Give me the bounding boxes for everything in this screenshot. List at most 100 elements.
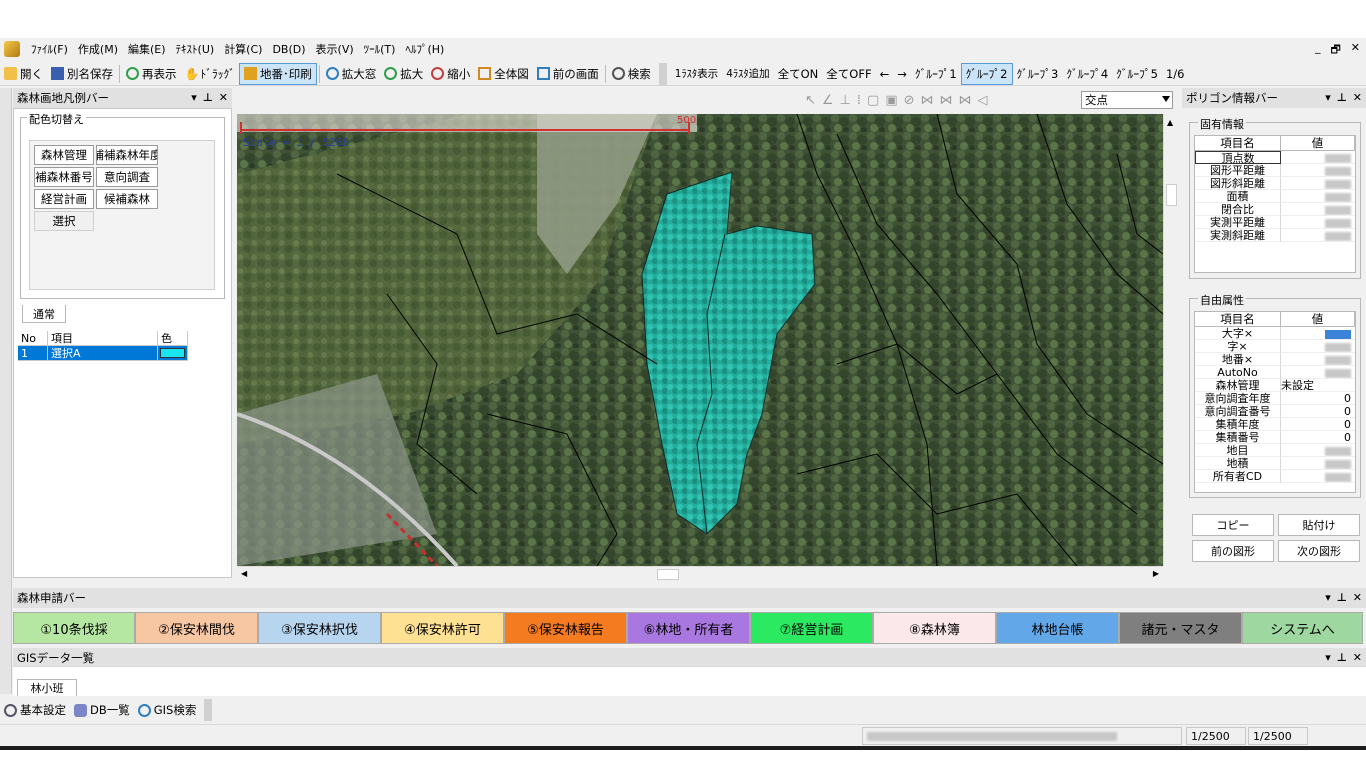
lot-print-button[interactable]: 地番･印刷	[239, 62, 317, 85]
table-row[interactable]: 集積年度 0	[1195, 418, 1355, 431]
app-button-9[interactable]: 林地台帳	[996, 612, 1119, 644]
zoom-window-button[interactable]: 拡大窓	[322, 63, 381, 85]
zoom-in-button[interactable]: 拡大	[380, 63, 427, 85]
table-row[interactable]: 地積	[1195, 457, 1355, 470]
map-canvas[interactable]: 500 Scale = 1 / 5268	[237, 114, 1163, 566]
close-icon[interactable]: ✕	[1353, 651, 1362, 664]
app-button-1[interactable]: ①10条伐採	[13, 612, 135, 644]
dropdown-icon[interactable]: ▾	[1325, 591, 1331, 604]
save-as-button[interactable]: 別名保存	[47, 63, 117, 85]
search-button[interactable]: 検索	[608, 63, 655, 85]
table-row[interactable]: 所有者CD	[1195, 470, 1355, 483]
forest-year-button[interactable]: 補補森林年度	[96, 145, 158, 165]
select-button[interactable]: 選択	[34, 211, 94, 231]
group3-button[interactable]: ｸﾞﾙｰﾌﾟ3	[1013, 63, 1063, 85]
map-horizontal-scrollbar[interactable]: ◀ ▶	[237, 566, 1163, 582]
table-row[interactable]: 森林管理 未設定	[1195, 379, 1355, 392]
table-row[interactable]: 頂点数	[1195, 151, 1355, 164]
pin-icon[interactable]: ⊥	[203, 91, 213, 104]
restore-button[interactable]: 🗗	[1330, 41, 1340, 60]
split-icon[interactable]: ⋈	[921, 93, 934, 108]
app-button-4[interactable]: ④保安林許可	[381, 612, 504, 644]
menu-db[interactable]: DB(D)	[267, 43, 310, 56]
table-row[interactable]: 図形平距離	[1195, 164, 1355, 177]
pin-icon[interactable]: ⊥	[1337, 91, 1347, 104]
intent-survey-button[interactable]: 意向調査	[96, 167, 158, 187]
app-button-6[interactable]: ⑥林地・所有者	[627, 612, 750, 644]
forest-mgmt-button[interactable]: 森林管理	[34, 145, 94, 165]
scroll-thumb[interactable]	[657, 569, 679, 580]
minimize-button[interactable]: _	[1315, 41, 1321, 60]
pin-icon[interactable]: ⊥	[1337, 591, 1347, 604]
all-on-button[interactable]: 全てON	[774, 63, 823, 85]
table-row[interactable]: 地目	[1195, 444, 1355, 457]
app-button-8[interactable]: ⑧森林簿	[873, 612, 996, 644]
table-row[interactable]: 実測平距離	[1195, 216, 1355, 229]
app-button-3[interactable]: ③保安林択伐	[258, 612, 381, 644]
raster1-button[interactable]: 1ﾗｽﾀ表示	[671, 63, 722, 85]
close-icon[interactable]: ✕	[1353, 91, 1362, 104]
table-row[interactable]: 1 選択A	[18, 346, 228, 361]
group4-button[interactable]: ｸﾞﾙｰﾌﾟ4	[1062, 63, 1112, 85]
table-row[interactable]: 実測斜距離	[1195, 229, 1355, 242]
table-row[interactable]: 面積	[1195, 190, 1355, 203]
gis-search-button[interactable]: GIS検索	[134, 699, 201, 721]
left-dock-strip[interactable]	[0, 88, 12, 694]
group1-button[interactable]: ｸﾞﾙｰﾌﾟ1	[911, 63, 961, 85]
table-row[interactable]: 大字×	[1195, 327, 1355, 340]
map-vertical-scrollbar[interactable]: ▲	[1163, 114, 1179, 566]
scroll-thumb[interactable]	[1166, 184, 1177, 206]
table-row[interactable]: AutoNo	[1195, 366, 1355, 379]
table-row[interactable]: 地番×	[1195, 353, 1355, 366]
scroll-right-icon[interactable]: ▶	[1153, 569, 1159, 578]
pin-icon[interactable]: ⊥	[1337, 651, 1347, 664]
next-shape-button[interactable]: 次の図形	[1278, 540, 1360, 562]
table-row[interactable]: 集積番号 0	[1195, 431, 1355, 444]
raster4-button[interactable]: 4ﾗｽﾀ追加	[722, 63, 773, 85]
merge-icon[interactable]: ⋈	[940, 93, 953, 108]
paste-button[interactable]: 貼付け	[1278, 514, 1360, 536]
angle-icon[interactable]: ∠	[822, 93, 834, 108]
forest-number-button[interactable]: 補森林番号	[34, 167, 94, 187]
basic-settings-button[interactable]: 基本設定	[0, 699, 70, 721]
close-icon[interactable]: ✕	[1353, 591, 1362, 604]
shrink-icon[interactable]: ⋈	[959, 93, 972, 108]
dropdown-icon[interactable]: ▾	[191, 91, 197, 104]
rect-select-icon[interactable]: ▣	[885, 93, 897, 108]
app-button-11[interactable]: システムへ	[1242, 612, 1363, 644]
all-off-button[interactable]: 全てOFF	[822, 63, 875, 85]
table-row[interactable]: 意向調査年度 0	[1195, 392, 1355, 405]
menu-file[interactable]: ﾌｧｲﾙ(F)	[26, 41, 73, 57]
candidate-forest-button[interactable]: 候補森林	[96, 189, 158, 209]
db-list-button[interactable]: DB一覧	[70, 699, 134, 721]
copy-button[interactable]: コピー	[1192, 514, 1274, 536]
next-group-button[interactable]: →	[893, 63, 911, 85]
prev-shape-button[interactable]: 前の図形	[1192, 540, 1274, 562]
menu-edit[interactable]: 編集(E)	[123, 41, 171, 57]
prev-group-button[interactable]: ←	[876, 63, 894, 85]
mgmt-plan-button[interactable]: 経営計画	[34, 189, 94, 209]
table-row[interactable]: 図形斜距離	[1195, 177, 1355, 190]
app-button-2[interactable]: ②保安林間伐	[135, 612, 258, 644]
table-row[interactable]: 意向調査番号 0	[1195, 405, 1355, 418]
menu-view[interactable]: 表示(V)	[311, 41, 359, 57]
menu-text[interactable]: ﾃｷｽﾄ(U)	[171, 41, 220, 57]
redisplay-button[interactable]: 再表示	[122, 63, 181, 85]
dropdown-icon[interactable]: ▾	[1325, 91, 1331, 104]
undo-shape-icon[interactable]: ◁	[978, 93, 988, 108]
open-button[interactable]: 開く	[0, 63, 47, 85]
dropdown-icon[interactable]: ▾	[1325, 651, 1331, 664]
scroll-left-icon[interactable]: ◀	[241, 569, 247, 578]
toolbar-overflow-handle[interactable]	[204, 699, 213, 721]
app-button-10[interactable]: 諸元・マスタ	[1119, 612, 1242, 644]
line-icon[interactable]: ⊥	[840, 93, 851, 108]
full-view-button[interactable]: 全体図	[474, 63, 533, 85]
group2-button[interactable]: ｸﾞﾙｰﾌﾟ2	[960, 62, 1013, 85]
app-button-7[interactable]: ⑦経営計画	[750, 612, 873, 644]
menu-calc[interactable]: 計算(C)	[219, 41, 267, 57]
dots-icon[interactable]: ⁞	[857, 93, 861, 108]
table-row[interactable]: 字×	[1195, 340, 1355, 353]
table-row[interactable]: 閉合比	[1195, 203, 1355, 216]
point-select-dropdown[interactable]: 交点	[1081, 91, 1173, 109]
close-button[interactable]: ✕	[1351, 41, 1360, 60]
